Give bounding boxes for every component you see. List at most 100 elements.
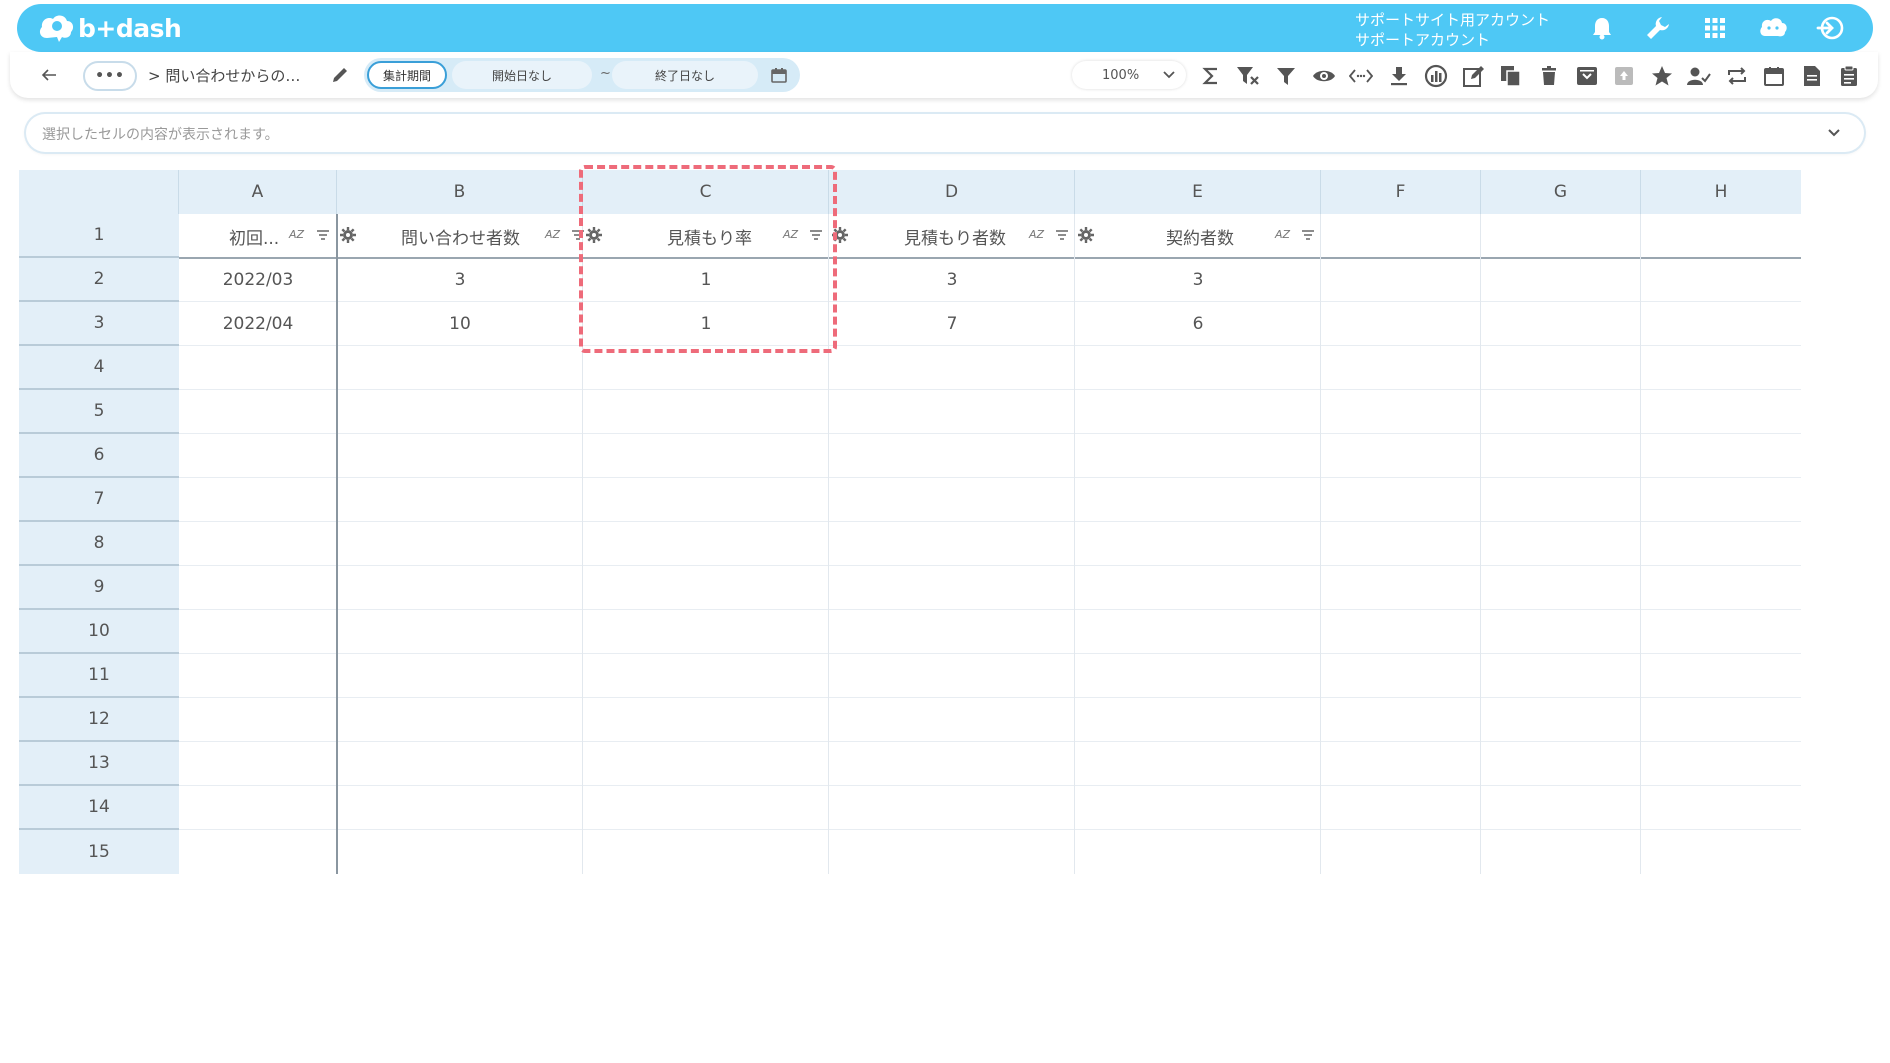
download-icon[interactable] — [1385, 62, 1413, 90]
top-bar: b+dash サポートサイト用アカウント サポートアカウント — [17, 4, 1873, 52]
sync-icon[interactable] — [1723, 62, 1751, 90]
field-header-e[interactable]: 契約者数 AZ — [1075, 214, 1321, 258]
calendar-schedule-icon[interactable] — [1760, 62, 1788, 90]
zoom-select[interactable]: 100% — [1072, 61, 1186, 89]
field-header-b[interactable]: 問い合わせ者数 AZ — [337, 214, 584, 258]
spreadsheet-grid: A B C D E F G H 1 2 3 4 5 6 7 8 9 10 11 … — [19, 170, 1804, 878]
row-header-5[interactable]: 5 — [19, 390, 179, 434]
field-header-d[interactable]: 見積もり者数 AZ — [829, 214, 1075, 258]
column-header-h[interactable]: H — [1641, 170, 1801, 214]
date-range-separator: ~ — [600, 66, 611, 81]
row-header-12[interactable]: 12 — [19, 698, 179, 742]
column-filter-icon[interactable] — [1055, 228, 1069, 242]
column-header-g[interactable]: G — [1481, 170, 1641, 214]
row-header-10[interactable]: 10 — [19, 610, 179, 654]
cell-content-bar[interactable]: 選択したセルの内容が表示されます。 — [26, 114, 1864, 152]
breadcrumb[interactable]: > 問い合わせからの… — [148, 65, 300, 86]
grid-line — [179, 741, 1801, 742]
grid-line — [179, 609, 1801, 610]
cell-b2[interactable]: 3 — [337, 258, 583, 302]
cell-d3[interactable]: 7 — [829, 302, 1075, 346]
field-name: 初回... — [229, 228, 280, 249]
row-header-3[interactable]: 3 — [19, 302, 179, 346]
row-header-14[interactable]: 14 — [19, 786, 179, 830]
column-header-d[interactable]: D — [829, 170, 1075, 214]
row-header-9[interactable]: 9 — [19, 566, 179, 610]
chart-icon[interactable] — [1422, 62, 1450, 90]
period-label-button[interactable]: 集計期間 — [367, 61, 447, 89]
cell-d2[interactable]: 3 — [829, 258, 1075, 302]
clipboard-icon[interactable] — [1835, 62, 1863, 90]
row-header-11[interactable]: 11 — [19, 654, 179, 698]
column-filter-icon[interactable] — [1301, 228, 1315, 242]
field-name: 見積もり者数 — [904, 228, 1006, 249]
brand-name: b+dash — [78, 13, 182, 43]
row-header-7[interactable]: 7 — [19, 478, 179, 522]
back-arrow-icon[interactable] — [38, 64, 60, 86]
grid-line — [179, 389, 1801, 390]
field-header-a[interactable]: 初回... AZ — [179, 214, 337, 258]
cell-a3[interactable]: 2022/04 — [179, 302, 337, 346]
grid-line — [1640, 214, 1641, 874]
end-date-field[interactable]: 終了日なし — [612, 61, 758, 89]
sort-az-icon[interactable]: AZ — [1029, 228, 1044, 241]
grid-line — [179, 829, 1801, 830]
upload-icon[interactable] — [1610, 62, 1638, 90]
bell-icon[interactable] — [1586, 14, 1618, 42]
column-filter-icon[interactable] — [316, 228, 330, 242]
archive-icon[interactable] — [1573, 62, 1601, 90]
row-header-6[interactable]: 6 — [19, 434, 179, 478]
brand-logo[interactable]: b+dash — [37, 12, 182, 44]
filter-clear-icon[interactable] — [1234, 62, 1262, 90]
column-header-a[interactable]: A — [179, 170, 337, 214]
wrench-icon[interactable] — [1642, 14, 1674, 42]
column-header-e[interactable]: E — [1075, 170, 1321, 214]
grid-line — [179, 697, 1801, 698]
row-header-8[interactable]: 8 — [19, 522, 179, 566]
calendar-icon[interactable] — [768, 64, 790, 86]
column-header-f[interactable]: F — [1321, 170, 1481, 214]
cell-b3[interactable]: 10 — [337, 302, 583, 346]
grid-line — [179, 653, 1801, 654]
user-check-icon[interactable] — [1685, 62, 1713, 90]
filter-icon[interactable] — [1272, 62, 1300, 90]
chevron-down-icon — [1163, 71, 1175, 79]
code-icon[interactable] — [1347, 62, 1375, 90]
eye-icon[interactable] — [1310, 62, 1338, 90]
document-icon[interactable] — [1798, 62, 1826, 90]
cell-a2[interactable]: 2022/03 — [179, 258, 337, 302]
support-cloud-icon[interactable] — [1757, 14, 1789, 42]
grid-line — [179, 521, 1801, 522]
row-header-15[interactable]: 15 — [19, 830, 179, 874]
star-icon[interactable] — [1648, 62, 1676, 90]
gear-icon[interactable] — [340, 227, 356, 243]
gear-icon[interactable] — [1078, 227, 1094, 243]
start-date-field[interactable]: 開始日なし — [452, 61, 592, 89]
row-header-1[interactable]: 1 — [19, 214, 179, 258]
chevron-down-icon[interactable] — [1826, 124, 1842, 140]
grid-corner[interactable] — [19, 170, 179, 214]
row-header-4[interactable]: 4 — [19, 346, 179, 390]
cell-e2[interactable]: 3 — [1075, 258, 1321, 302]
sort-az-icon[interactable]: AZ — [545, 228, 560, 241]
row-header-2[interactable]: 2 — [19, 258, 179, 302]
grid-line — [1480, 214, 1481, 874]
copy-icon[interactable] — [1497, 62, 1525, 90]
report-toolbar: ••• > 問い合わせからの… 集計期間 開始日なし ~ 終了日なし 100% — [10, 52, 1878, 98]
row-header-13[interactable]: 13 — [19, 742, 179, 786]
account-info[interactable]: サポートサイト用アカウント サポートアカウント — [1355, 10, 1550, 50]
edit-title-pencil-icon[interactable] — [328, 63, 352, 87]
grid-line — [179, 477, 1801, 478]
grid-line — [179, 565, 1801, 566]
sort-az-icon[interactable]: AZ — [289, 228, 304, 241]
more-options-button[interactable]: ••• — [83, 61, 137, 91]
sort-az-icon[interactable]: AZ — [1275, 228, 1290, 241]
logo-cloud-icon — [39, 15, 74, 42]
apps-grid-icon[interactable] — [1699, 14, 1731, 42]
logout-icon[interactable] — [1814, 14, 1846, 42]
edit-icon[interactable] — [1460, 62, 1488, 90]
sigma-icon[interactable] — [1197, 62, 1225, 90]
cell-e3[interactable]: 6 — [1075, 302, 1321, 346]
trash-icon[interactable] — [1535, 62, 1563, 90]
column-header-b[interactable]: B — [337, 170, 583, 214]
